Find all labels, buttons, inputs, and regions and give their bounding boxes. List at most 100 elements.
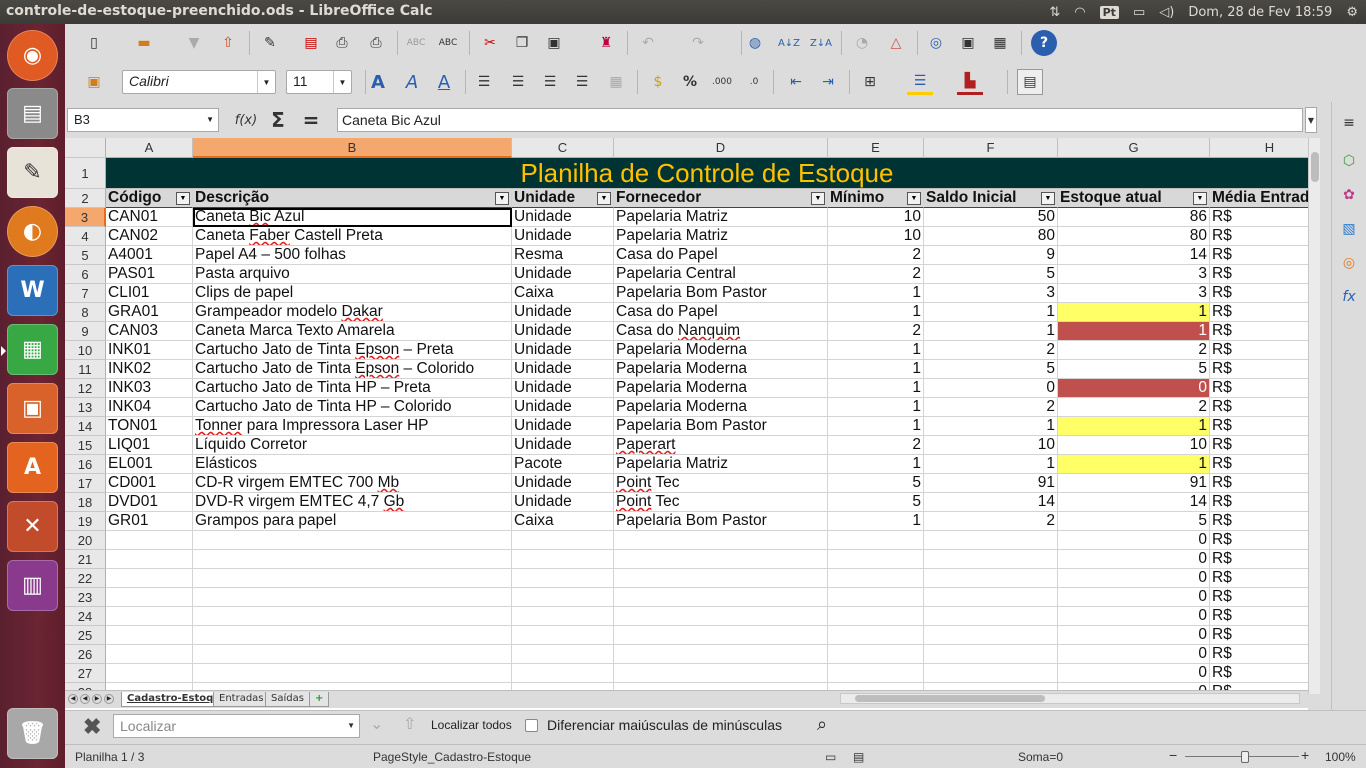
cell-minimo[interactable] — [828, 588, 924, 607]
close-icon[interactable]: ✖ — [83, 714, 101, 740]
row-header[interactable]: 10 — [65, 341, 106, 360]
cell-minimo[interactable] — [828, 550, 924, 569]
chevron-down-icon[interactable]: ▼ — [206, 115, 214, 124]
menu-icon[interactable]: ≡ — [1338, 112, 1360, 134]
row-header[interactable]: 11 — [65, 360, 106, 379]
cell-saldo[interactable]: 80 — [924, 227, 1058, 246]
cell-minimo[interactable]: 1 — [828, 303, 924, 322]
cell-media[interactable]: R$ — [1210, 436, 1308, 455]
cell-estoque[interactable]: 1 — [1058, 303, 1210, 322]
cell-fornecedor[interactable] — [614, 607, 828, 626]
cell-minimo[interactable]: 10 — [828, 208, 924, 227]
cell-minimo[interactable] — [828, 607, 924, 626]
cell-media[interactable]: R$ — [1210, 645, 1308, 664]
cell-media[interactable]: R$ — [1210, 265, 1308, 284]
tab-entradas[interactable]: Entradas — [213, 692, 270, 707]
cell-saldo[interactable]: 2 — [924, 512, 1058, 531]
row-header[interactable]: 22 — [65, 569, 106, 588]
column-header-f[interactable]: F — [924, 138, 1058, 158]
cell-minimo[interactable] — [828, 664, 924, 683]
row-header[interactable]: 26 — [65, 645, 106, 664]
cell-codigo[interactable]: CAN03 — [106, 322, 193, 341]
cell-saldo[interactable]: 5 — [924, 265, 1058, 284]
cell-media[interactable]: R$ — [1210, 588, 1308, 607]
cell-minimo[interactable]: 1 — [828, 398, 924, 417]
cell-descricao[interactable]: Cartucho Jato de Tinta Epson – Preta — [193, 341, 512, 360]
cell-descricao[interactable] — [193, 664, 512, 683]
cell-codigo[interactable]: INK04 — [106, 398, 193, 417]
column-header-d[interactable]: D — [614, 138, 828, 158]
name-box[interactable]: B3 ▼ — [67, 108, 219, 132]
cell-saldo[interactable]: 0 — [924, 379, 1058, 398]
cell-descricao[interactable]: Grampos para papel — [193, 512, 512, 531]
row-header[interactable]: 16 — [65, 455, 106, 474]
vertical-scrollbar[interactable] — [1308, 138, 1320, 694]
cell-minimo[interactable]: 1 — [828, 512, 924, 531]
row-header[interactable]: 19 — [65, 512, 106, 531]
cell-descricao[interactable]: Cartucho Jato de Tinta Epson – Colorido — [193, 360, 512, 379]
sheet-title[interactable]: Planilha de Controle de Estoque — [106, 158, 1308, 189]
cell-saldo[interactable] — [924, 664, 1058, 683]
autofilter-dropdown-icon[interactable]: ▼ — [597, 192, 611, 205]
next-sheet-icon[interactable]: ▶ — [92, 694, 102, 704]
cell-fornecedor[interactable]: Casa do Nanquim — [614, 322, 828, 341]
cell-minimo[interactable]: 2 — [828, 322, 924, 341]
cell-minimo[interactable]: 1 — [828, 360, 924, 379]
impress-icon[interactable]: ▣ — [7, 383, 58, 434]
justify-icon[interactable]: ☰ — [569, 69, 595, 95]
cell-codigo[interactable]: GRA01 — [106, 303, 193, 322]
cell-media[interactable]: R$ — [1210, 246, 1308, 265]
cell-media[interactable]: R$ — [1210, 493, 1308, 512]
cell-saldo[interactable]: 1 — [924, 455, 1058, 474]
cell-fornecedor[interactable] — [614, 626, 828, 645]
cell-saldo[interactable] — [924, 588, 1058, 607]
cell-media[interactable]: R$ — [1210, 569, 1308, 588]
italic-icon[interactable]: A — [399, 69, 425, 95]
spellcheck-icon[interactable]: ABC — [403, 30, 429, 56]
software-center-icon[interactable]: A — [7, 442, 58, 493]
cell-estoque[interactable]: 86 — [1058, 208, 1210, 227]
print-icon[interactable]: ⎙ — [329, 30, 355, 56]
scroll-thumb[interactable] — [855, 695, 1045, 702]
cell-estoque[interactable]: 5 — [1058, 360, 1210, 379]
autofilter-dropdown-icon[interactable]: ▼ — [1193, 192, 1207, 205]
cell-unidade[interactable]: Unidade — [512, 322, 614, 341]
cell-media[interactable]: R$ — [1210, 379, 1308, 398]
cell-descricao[interactable] — [193, 531, 512, 550]
column-header-h[interactable]: H — [1210, 138, 1308, 158]
battery-icon[interactable]: ▭ — [1133, 5, 1145, 20]
match-case-checkbox[interactable] — [525, 719, 538, 732]
cell-media[interactable]: R$ — [1210, 455, 1308, 474]
expand-formula-icon[interactable]: ▼ — [1305, 107, 1317, 133]
cell-minimo[interactable] — [828, 626, 924, 645]
cell-minimo[interactable]: 1 — [828, 379, 924, 398]
cell-fornecedor[interactable]: Casa do Papel — [614, 246, 828, 265]
font-size-box[interactable]: 11 ▼ — [286, 70, 352, 94]
cell-descricao[interactable]: Pasta arquivo — [193, 265, 512, 284]
font-name-box[interactable]: Calibri ▼ — [122, 70, 276, 94]
select-all-corner[interactable] — [65, 138, 106, 158]
cell-descricao[interactable]: Tonner para Impressora Laser HP — [193, 417, 512, 436]
cell-codigo[interactable]: INK02 — [106, 360, 193, 379]
clock[interactable]: Dom, 28 de Fev 18:59 — [1188, 5, 1332, 20]
find-replace-icon[interactable]: ⌕ — [817, 714, 827, 735]
sum-icon[interactable]: Σ — [265, 107, 291, 133]
zoom-level[interactable]: 100% — [1325, 750, 1356, 764]
percent-icon[interactable]: % — [677, 69, 703, 95]
cell-fornecedor[interactable]: Papelaria Matriz — [614, 227, 828, 246]
cell-fornecedor[interactable]: Papelaria Moderna — [614, 360, 828, 379]
row-header[interactable]: 23 — [65, 588, 106, 607]
cell-minimo[interactable]: 5 — [828, 493, 924, 512]
cell-codigo[interactable] — [106, 607, 193, 626]
cell-fornecedor[interactable]: Point Tec — [614, 493, 828, 512]
cell-unidade[interactable]: Caixa — [512, 284, 614, 303]
cell-estoque[interactable]: 14 — [1058, 493, 1210, 512]
cell-fornecedor[interactable]: Point Tec — [614, 474, 828, 493]
zoom-slider-thumb[interactable] — [1241, 751, 1249, 763]
cell-saldo[interactable]: 3 — [924, 284, 1058, 303]
cell-codigo[interactable] — [106, 626, 193, 645]
cell-unidade[interactable]: Unidade — [512, 341, 614, 360]
row-header[interactable]: 3 — [65, 208, 106, 227]
cell-media[interactable]: R$ — [1210, 341, 1308, 360]
header-cell[interactable]: Média Entrad — [1210, 189, 1308, 208]
